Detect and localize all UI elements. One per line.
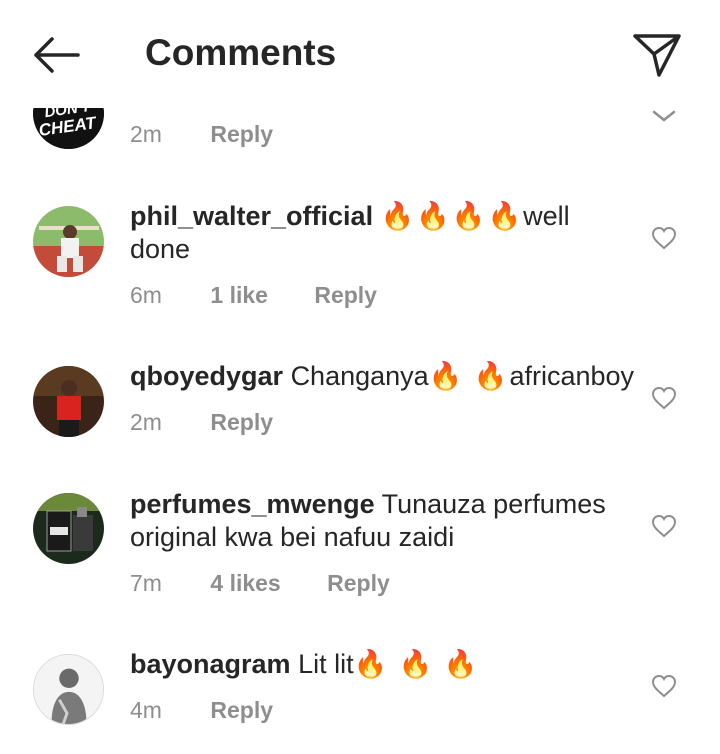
comment-message: Lit lit <box>298 649 354 679</box>
fire-emojis: 🔥 🔥 <box>428 361 510 391</box>
comment-username[interactable]: qboyedygar <box>130 361 283 391</box>
comment-likes[interactable]: 1 like <box>210 282 268 309</box>
reply-button[interactable]: Reply <box>210 697 273 724</box>
comment-text: perfumes_mwenge Tunauza perfumes origina… <box>130 488 630 554</box>
header: Comments <box>0 0 720 108</box>
comment-username[interactable]: bayonagram <box>130 649 291 679</box>
heart-icon[interactable] <box>651 674 677 698</box>
reply-button[interactable]: Reply <box>210 121 273 148</box>
reply-button[interactable]: Reply <box>314 282 377 309</box>
comment-username[interactable]: perfumes_mwenge <box>130 489 375 519</box>
comment-message-tail: africanboy <box>509 361 635 391</box>
comment-text: qboyedygar Changanya🔥 🔥africanboy <box>130 360 650 393</box>
heart-icon[interactable] <box>651 514 677 538</box>
avatar[interactable] <box>33 206 104 277</box>
comment-meta: 2m Reply <box>130 409 273 436</box>
avatar[interactable] <box>33 493 104 564</box>
avatar[interactable] <box>33 654 104 725</box>
comment-meta: 2m Reply <box>130 121 273 148</box>
comment-time: 6m <box>130 282 162 308</box>
fire-emojis: 🔥🔥🔥🔥 <box>380 201 524 231</box>
comment-meta: 7m 4 likes Reply <box>130 570 390 597</box>
comment-text: phil_walter_official 🔥🔥🔥🔥well done <box>130 200 630 266</box>
comment-time: 2m <box>130 121 162 147</box>
heart-icon[interactable] <box>651 386 677 410</box>
comment-text: bayonagram Lit lit🔥 🔥 🔥 <box>130 648 630 681</box>
reply-button[interactable]: Reply <box>210 409 273 436</box>
comment-username[interactable]: phil_walter_official <box>130 201 373 231</box>
comment-likes[interactable]: 4 likes <box>210 570 280 597</box>
page-title: Comments <box>145 32 337 73</box>
comment-time: 7m <box>130 570 162 596</box>
comment-time: 2m <box>130 409 162 435</box>
reply-button[interactable]: Reply <box>327 570 390 597</box>
arrow-left-icon[interactable] <box>30 34 82 76</box>
paper-plane-icon[interactable] <box>632 32 682 78</box>
fire-emojis: 🔥 🔥 🔥 <box>353 649 480 679</box>
comment-message: Changanya <box>290 361 429 391</box>
comments-list: DON'T CHEAT 2m Reply phil_walter_officia… <box>0 0 720 754</box>
avatar[interactable] <box>33 366 104 437</box>
comment-meta: 6m 1 like Reply <box>130 282 377 309</box>
heart-icon[interactable] <box>651 226 677 250</box>
comment-meta: 4m Reply <box>130 697 273 724</box>
comment-time: 4m <box>130 697 162 723</box>
